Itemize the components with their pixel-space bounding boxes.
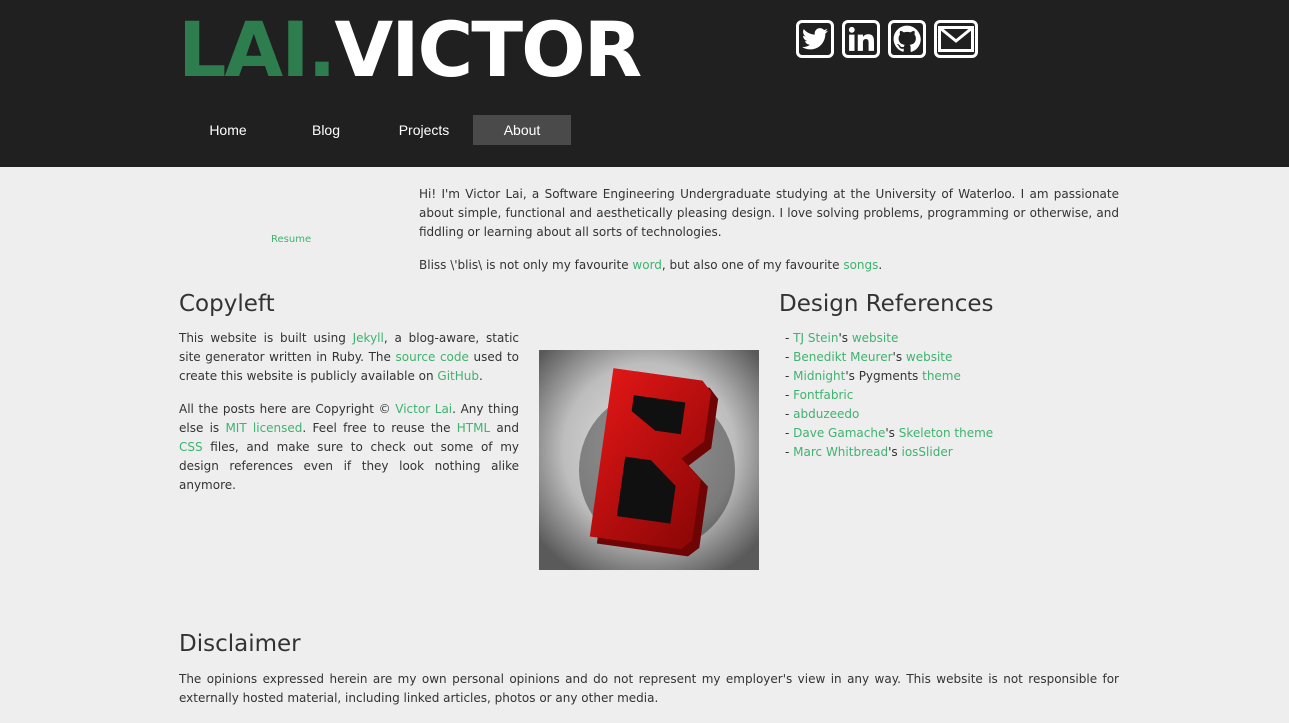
text-span: 's	[888, 445, 902, 459]
site-header: LAI.VICTOR Home Blog Projects About	[0, 0, 1289, 167]
victor-lai-link[interactable]: Victor Lai	[395, 402, 452, 416]
intro-text-span: .	[878, 258, 883, 272]
nav-blog[interactable]: Blog	[277, 115, 375, 145]
intro-paragraph-1: Hi! I'm Victor Lai, a Software Engineeri…	[419, 187, 1119, 239]
ref-dave-gamache-link[interactable]: Dave Gamache	[793, 426, 885, 440]
list-item: - Benedikt Meurer's website	[785, 348, 993, 367]
ref-theme-link[interactable]: theme	[922, 369, 961, 383]
twitter-icon[interactable]	[796, 20, 834, 58]
logo-part1: LAI.	[178, 5, 336, 94]
text-span: and	[490, 421, 519, 435]
text-span: 's	[885, 426, 899, 440]
bullet: -	[785, 407, 794, 421]
nav-home[interactable]: Home	[179, 115, 277, 145]
list-item: - abduzeedo	[785, 405, 993, 424]
nav-projects[interactable]: Projects	[375, 115, 473, 145]
resume-link[interactable]: Resume	[271, 234, 311, 245]
text-span: .	[479, 369, 483, 383]
bullet: -	[785, 369, 794, 383]
social-links	[796, 20, 978, 58]
copyleft-paragraph-1: This website is built using Jekyll, a bl…	[179, 329, 519, 386]
list-item: - Dave Gamache's Skeleton theme	[785, 424, 993, 443]
list-item: - Fontfabric	[785, 386, 993, 405]
github-link[interactable]: GitHub	[437, 369, 479, 383]
ref-fontfabric-link[interactable]: Fontfabric	[793, 388, 853, 402]
css-link[interactable]: CSS	[179, 440, 203, 454]
intro-text: Hi! I'm Victor Lai, a Software Engineeri…	[419, 185, 1119, 289]
bullet: -	[785, 445, 794, 459]
intro-paragraph-2: Bliss \'blis\ is not only my favourite w…	[419, 256, 1119, 275]
jekyll-link[interactable]: Jekyll	[353, 331, 384, 345]
ref-benedikt-link[interactable]: Benedikt Meurer	[793, 350, 892, 364]
nav-about[interactable]: About	[473, 115, 571, 145]
ref-website-link[interactable]: website	[906, 350, 953, 364]
text-span: 's	[892, 350, 906, 364]
list-item: - Marc Whitbread's iosSlider	[785, 443, 993, 462]
intro-text-span: Bliss \'blis\ is not only my favourite	[419, 258, 633, 272]
ref-marc-whitbread-link[interactable]: Marc Whitbread	[793, 445, 888, 459]
bullet: -	[785, 426, 794, 440]
intro-text-span: , but also one of my favourite	[661, 258, 844, 272]
ref-abduzeedo-link[interactable]: abduzeedo	[793, 407, 859, 421]
disclaimer-text: The opinions expressed herein are my own…	[179, 672, 1119, 705]
copyleft-paragraph-2: All the posts here are Copyright © Victo…	[179, 400, 519, 495]
github-icon[interactable]	[888, 20, 926, 58]
text-span: files, and make sure to check out some o…	[179, 440, 519, 492]
logo-part2: VICTOR	[334, 5, 642, 94]
text-span: 's Pygments	[845, 369, 923, 383]
text-span: This website is built using	[179, 331, 353, 345]
songs-link[interactable]: songs	[843, 258, 878, 272]
list-item: - TJ Stein's website	[785, 329, 993, 348]
ref-tj-stein-link[interactable]: TJ Stein	[793, 331, 838, 345]
references-list: - TJ Stein's website - Benedikt Meurer's…	[785, 329, 993, 462]
copyleft-heading: Copyleft	[179, 291, 275, 317]
copyleft-text: This website is built using Jekyll, a bl…	[179, 329, 519, 509]
ref-website-link[interactable]: website	[852, 331, 899, 345]
design-references-heading: Design References	[779, 291, 994, 317]
b-logo-image	[539, 350, 759, 570]
text-span: All the posts here are Copyright ©	[179, 402, 396, 416]
site-logo[interactable]: LAI.VICTOR	[178, 5, 642, 94]
email-icon[interactable]	[934, 20, 978, 58]
ref-midnight-link[interactable]: Midnight	[793, 369, 845, 383]
list-item: - Midnight's Pygments theme	[785, 367, 993, 386]
disclaimer-heading: Disclaimer	[179, 631, 301, 657]
bullet: -	[785, 388, 794, 402]
word-link[interactable]: word	[632, 258, 662, 272]
bullet: -	[785, 350, 794, 364]
main-nav: Home Blog Projects About	[179, 115, 571, 145]
ref-iosslider-link[interactable]: iosSlider	[901, 445, 952, 459]
mit-license-link[interactable]: MIT licensed	[225, 421, 302, 435]
bullet: -	[785, 331, 794, 345]
linkedin-icon[interactable]	[842, 20, 880, 58]
text-span: . Feel free to reuse the	[302, 421, 457, 435]
text-span: 's	[838, 331, 852, 345]
ref-skeleton-link[interactable]: Skeleton theme	[899, 426, 993, 440]
html-link[interactable]: HTML	[457, 421, 490, 435]
source-code-link[interactable]: source code	[396, 350, 469, 364]
